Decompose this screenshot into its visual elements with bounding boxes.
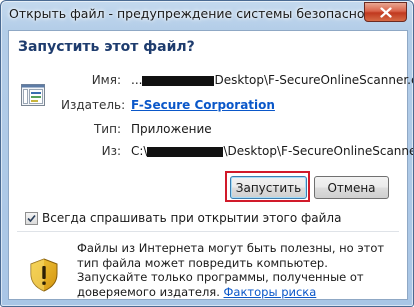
from-value: C:\ \Desktop\F-SecureOnlineScanner...	[131, 144, 414, 158]
type-label: Тип:	[93, 122, 121, 136]
always-ask-label[interactable]: Всегда спрашивать при открытии этого фай…	[42, 211, 341, 225]
publisher-link[interactable]: F-Secure Corporation	[131, 98, 275, 112]
redaction-bar	[142, 75, 215, 86]
always-ask-checkbox[interactable]	[25, 211, 38, 225]
dialog-question: Запустить этот файл?	[18, 39, 195, 55]
from-prefix: C:\	[131, 144, 148, 158]
application-file-icon	[21, 84, 45, 106]
always-ask-row: Всегда спрашивать при открытии этого фай…	[25, 211, 341, 225]
risk-factors-link[interactable]: Факторы риска	[224, 285, 317, 299]
name-suffix: Desktop\F-SecureOnlineScanner.exe	[214, 73, 414, 87]
type-value: Приложение	[131, 122, 212, 136]
from-label: Из:	[101, 144, 121, 158]
title-bar[interactable]: Открыть файл - предупреждение системы бе…	[1, 1, 413, 29]
close-icon	[379, 6, 392, 18]
divider	[17, 231, 399, 232]
cancel-button[interactable]: Отмена	[314, 176, 389, 199]
dialog-body: Запустить этот файл? Имя: ... Desktop\F-S…	[8, 30, 413, 300]
name-label: Имя:	[91, 73, 121, 87]
security-warning-dialog: Открыть файл - предупреждение системы бе…	[0, 0, 414, 307]
redaction-bar	[147, 146, 224, 157]
close-button[interactable]	[364, 2, 407, 22]
security-shield-warning-icon	[30, 258, 58, 292]
warning-text: Файлы из Интернета могут быть полезны, н…	[77, 241, 395, 299]
name-prefix: ...	[131, 73, 143, 87]
publisher-value[interactable]: F-Secure Corporation	[131, 98, 275, 112]
publisher-label: Издатель:	[61, 98, 126, 112]
name-value: ... Desktop\F-SecureOnlineScanner.exe	[131, 73, 414, 87]
window-title: Открыть файл - предупреждение системы бе…	[9, 6, 387, 21]
run-button[interactable]: Запустить	[230, 176, 307, 199]
from-suffix: \Desktop\F-SecureOnlineScanner...	[223, 144, 414, 158]
checkmark-icon	[27, 214, 36, 222]
